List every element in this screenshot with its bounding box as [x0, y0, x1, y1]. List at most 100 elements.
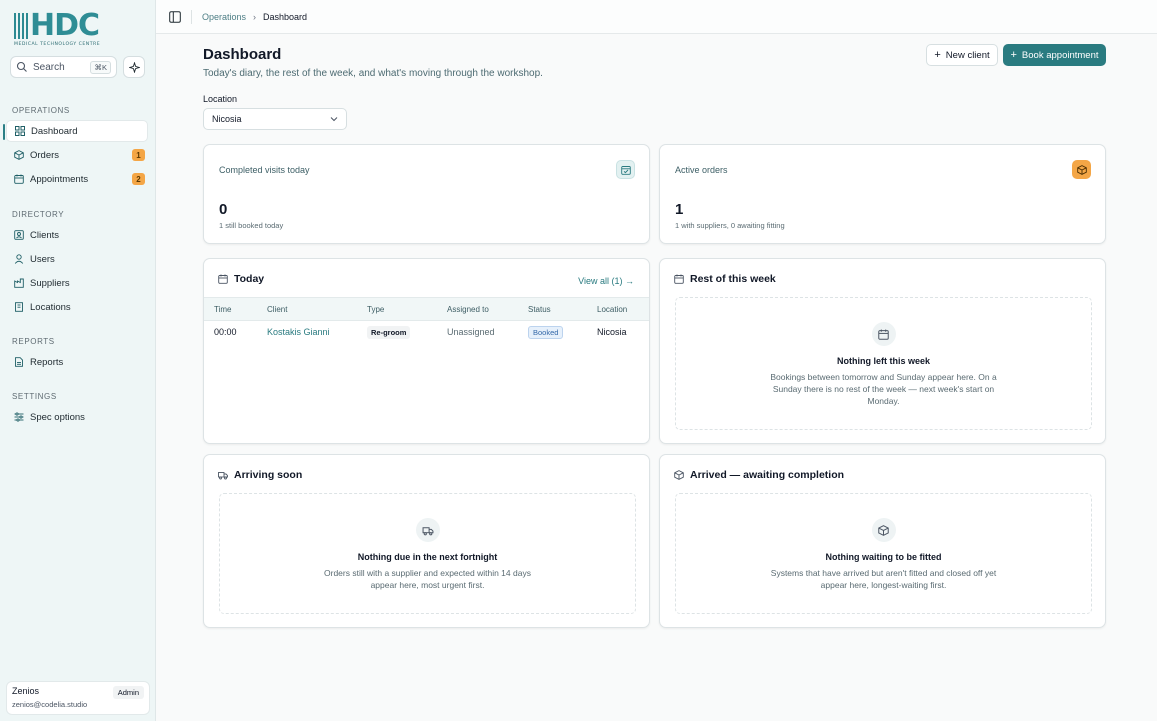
sidebar-item-label: Orders — [30, 149, 60, 161]
col-location: Location — [597, 305, 628, 314]
empty-state: Nothing due in the next fortnight Orders… — [219, 493, 636, 614]
col-type: Type — [367, 305, 385, 314]
topbar: Operations › Dashboard — [156, 0, 1157, 34]
truck-icon — [218, 472, 228, 480]
sidebar-item-label: Suppliers — [30, 277, 70, 289]
sidebar-item-locations[interactable]: Locations — [6, 296, 148, 318]
sparkle-icon — [128, 61, 140, 73]
col-assigned: Assigned to — [447, 305, 489, 314]
sidebar-item-spec-options[interactable]: Spec options — [6, 406, 148, 428]
search-icon — [16, 61, 27, 72]
book-appointment-button[interactable]: + Book appointment — [1003, 44, 1106, 66]
arrived-title: Arrived — awaiting completion — [690, 469, 845, 481]
table-row[interactable]: 00:00 Kostakis Gianni Re-groom Unassigne… — [204, 321, 649, 345]
calendar-check-icon — [616, 160, 635, 179]
sidebar-item-reports[interactable]: Reports — [6, 351, 148, 373]
location-label: Location — [203, 94, 238, 104]
location-select[interactable]: Nicosia — [203, 108, 347, 130]
sidebar-item-label: Clients — [30, 229, 60, 241]
assistant-button[interactable] — [123, 56, 145, 78]
search-shortcut: ⌘K — [90, 60, 111, 74]
search-input[interactable]: Search ⌘K — [10, 56, 117, 78]
logo-subtitle: Medical Technology Centre — [14, 41, 101, 47]
sidebar-toggle-icon[interactable] — [169, 10, 181, 23]
card-title: Today — [218, 273, 264, 285]
sidebar-item-label: Users — [30, 253, 55, 265]
sidebar-item-orders[interactable]: Orders 1 — [6, 144, 148, 166]
empty-state: Nothing waiting to be fitted Systems tha… — [675, 493, 1092, 614]
stat-value: 1 — [675, 201, 684, 218]
sidebar-item-label: Spec options — [30, 411, 85, 423]
stat-note: 1 still booked today — [219, 221, 284, 230]
breadcrumb-operations[interactable]: Operations — [202, 12, 246, 22]
file-icon — [15, 357, 23, 367]
sidebar-item-clients[interactable]: Clients — [6, 224, 148, 246]
box-icon — [1072, 160, 1091, 179]
view-all-link[interactable]: View all (1) → — [578, 276, 634, 286]
plus-icon: + — [934, 48, 941, 61]
truck-icon — [415, 518, 440, 542]
section-reports: Reports — [12, 337, 55, 346]
breadcrumb-current: Dashboard — [263, 11, 308, 22]
brand-logo[interactable]: HDC Medical Technology Centre — [6, 0, 149, 52]
calendar-icon — [14, 174, 24, 184]
sidebar: HDC Medical Technology Centre Search ⌘K … — [0, 0, 156, 721]
cell-time: 00:00 — [214, 327, 237, 337]
calendar-icon — [674, 274, 684, 284]
stat-title: Completed visits today — [219, 165, 310, 175]
sidebar-item-dashboard[interactable]: Dashboard — [3, 120, 148, 142]
section-directory: Directory — [12, 210, 65, 219]
user-email: zenios@codelia.studio — [12, 700, 88, 709]
user-card[interactable]: Zenios zenios@codelia.studio Admin — [6, 681, 150, 715]
arriving-title: Arriving soon — [234, 469, 303, 481]
location-value: Nicosia — [212, 114, 242, 124]
calendar-icon — [871, 322, 896, 346]
new-client-label: New client — [945, 49, 990, 61]
calendar-icon — [218, 274, 228, 284]
breadcrumb: Operations › Dashboard — [202, 12, 307, 22]
contact-icon — [14, 230, 24, 240]
cell-client-link[interactable]: Kostakis Gianni — [267, 327, 330, 337]
empty-title: Nothing due in the next fortnight — [357, 552, 498, 562]
completed-visits-card: Completed visits today 0 1 still booked … — [203, 144, 650, 244]
box-icon — [871, 518, 896, 542]
sidebar-item-suppliers[interactable]: Suppliers — [6, 272, 148, 294]
card-title: Arriving soon — [218, 469, 302, 481]
new-client-button[interactable]: + New client — [926, 44, 998, 66]
empty-title: Nothing left this week — [836, 356, 930, 366]
cell-type: Re-groom — [367, 326, 411, 339]
box-icon — [14, 150, 24, 160]
empty-text: Orders still with a supplier and expecte… — [324, 568, 531, 590]
table-header: Time Client Type Assigned to Status Loca… — [204, 297, 649, 321]
card-title: Arrived — awaiting completion — [674, 469, 844, 481]
main-content: Operations › Dashboard Dashboard Today's… — [156, 0, 1157, 721]
app-root: HDC Medical Technology Centre Search ⌘K … — [0, 0, 1157, 721]
active-indicator — [3, 124, 5, 140]
topbar-divider — [191, 9, 192, 24]
plus-icon: + — [1010, 48, 1017, 61]
empty-text: Bookings between tomorrow and Sunday app… — [770, 372, 997, 406]
status-badge: Booked — [528, 326, 564, 339]
role-badge: Admin — [112, 686, 144, 699]
sidebar-item-appointments[interactable]: Appointments 2 — [6, 168, 148, 190]
appointments-count-badge: 2 — [132, 173, 145, 185]
today-title: Today — [234, 273, 265, 285]
cell-location: Nicosia — [597, 327, 627, 337]
sliders-icon — [14, 412, 24, 422]
sidebar-item-label: Dashboard — [31, 125, 78, 137]
sidebar-item-label: Locations — [30, 301, 71, 313]
empty-state: Nothing left this week Bookings between … — [675, 297, 1092, 430]
logo-text: HDC — [30, 7, 100, 43]
page-title: Dashboard — [203, 46, 282, 63]
today-card: Today View all (1) → Time Client Type As… — [203, 258, 650, 444]
orders-count-badge: 1 — [132, 149, 145, 161]
book-appointment-label: Book appointment — [1021, 49, 1099, 61]
user-icon — [14, 254, 24, 264]
stat-value: 0 — [219, 201, 228, 218]
col-status: Status — [528, 305, 551, 314]
page-subtitle: Today's diary, the rest of the week, and… — [203, 68, 543, 79]
sidebar-item-users[interactable]: Users — [6, 248, 148, 270]
rest-of-week-card: Rest of this week Nothing left this week… — [659, 258, 1106, 444]
active-orders-card: Active orders 1 1 with suppliers, 0 awai… — [659, 144, 1106, 244]
today-table: Time Client Type Assigned to Status Loca… — [204, 297, 649, 345]
